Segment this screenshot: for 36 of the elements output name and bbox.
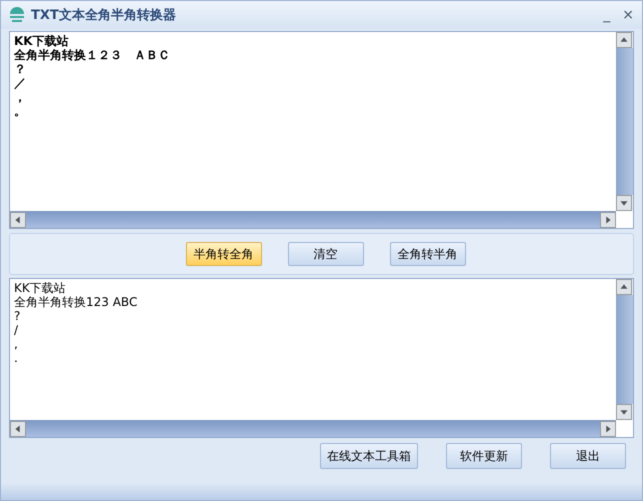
convert-button[interactable]: 清空 bbox=[288, 242, 364, 266]
minimize-button[interactable]: _ bbox=[603, 7, 610, 23]
convert-button[interactable]: 全角转半角 bbox=[390, 242, 466, 266]
text-line: ？ bbox=[14, 62, 26, 76]
scroll-down-icon[interactable] bbox=[616, 404, 632, 420]
text-line: ， bbox=[14, 90, 26, 104]
window-title: TXT文本全角半角转换器 bbox=[31, 6, 176, 24]
footer-button[interactable]: 退出 bbox=[550, 443, 626, 469]
scroll-right-icon[interactable] bbox=[600, 420, 616, 436]
footer-button[interactable]: 软件更新 bbox=[446, 443, 522, 469]
convert-button[interactable]: 半角转全角 bbox=[186, 242, 262, 266]
horizontal-scrollbar[interactable] bbox=[10, 211, 616, 228]
footer-button[interactable]: 在线文本工具箱 bbox=[320, 443, 418, 469]
text-line: ? bbox=[14, 309, 20, 323]
scroll-up-icon[interactable] bbox=[616, 279, 632, 295]
scroll-up-icon[interactable] bbox=[616, 32, 632, 48]
close-button[interactable]: × bbox=[622, 7, 634, 23]
output-text-area[interactable]: KK下载站 全角半角转换123 ABC ? / , . bbox=[9, 278, 634, 438]
horizontal-scrollbar[interactable] bbox=[10, 420, 616, 437]
vertical-scrollbar[interactable] bbox=[616, 32, 633, 211]
text-line: KK下载站 bbox=[14, 34, 69, 48]
text-line: 。 bbox=[14, 104, 26, 118]
vertical-scrollbar[interactable] bbox=[616, 279, 633, 420]
text-line: . bbox=[14, 351, 18, 365]
text-line: / bbox=[14, 323, 18, 337]
scroll-left-icon[interactable] bbox=[10, 212, 26, 228]
scroll-left-icon[interactable] bbox=[10, 420, 26, 436]
text-line: 全角半角转换123 ABC bbox=[14, 295, 138, 309]
app-icon bbox=[9, 7, 25, 23]
text-line: 全角半角转换１２３ ＡＢＣ bbox=[14, 48, 170, 62]
text-line: KK下载站 bbox=[14, 281, 66, 295]
text-line: ／ bbox=[14, 76, 26, 90]
scroll-down-icon[interactable] bbox=[616, 195, 632, 211]
scroll-right-icon[interactable] bbox=[600, 212, 616, 228]
input-text-area[interactable]: KK下载站 全角半角转换１２３ ＡＢＣ ？ ／ ， 。 bbox=[9, 31, 634, 229]
text-line: , bbox=[14, 337, 18, 351]
